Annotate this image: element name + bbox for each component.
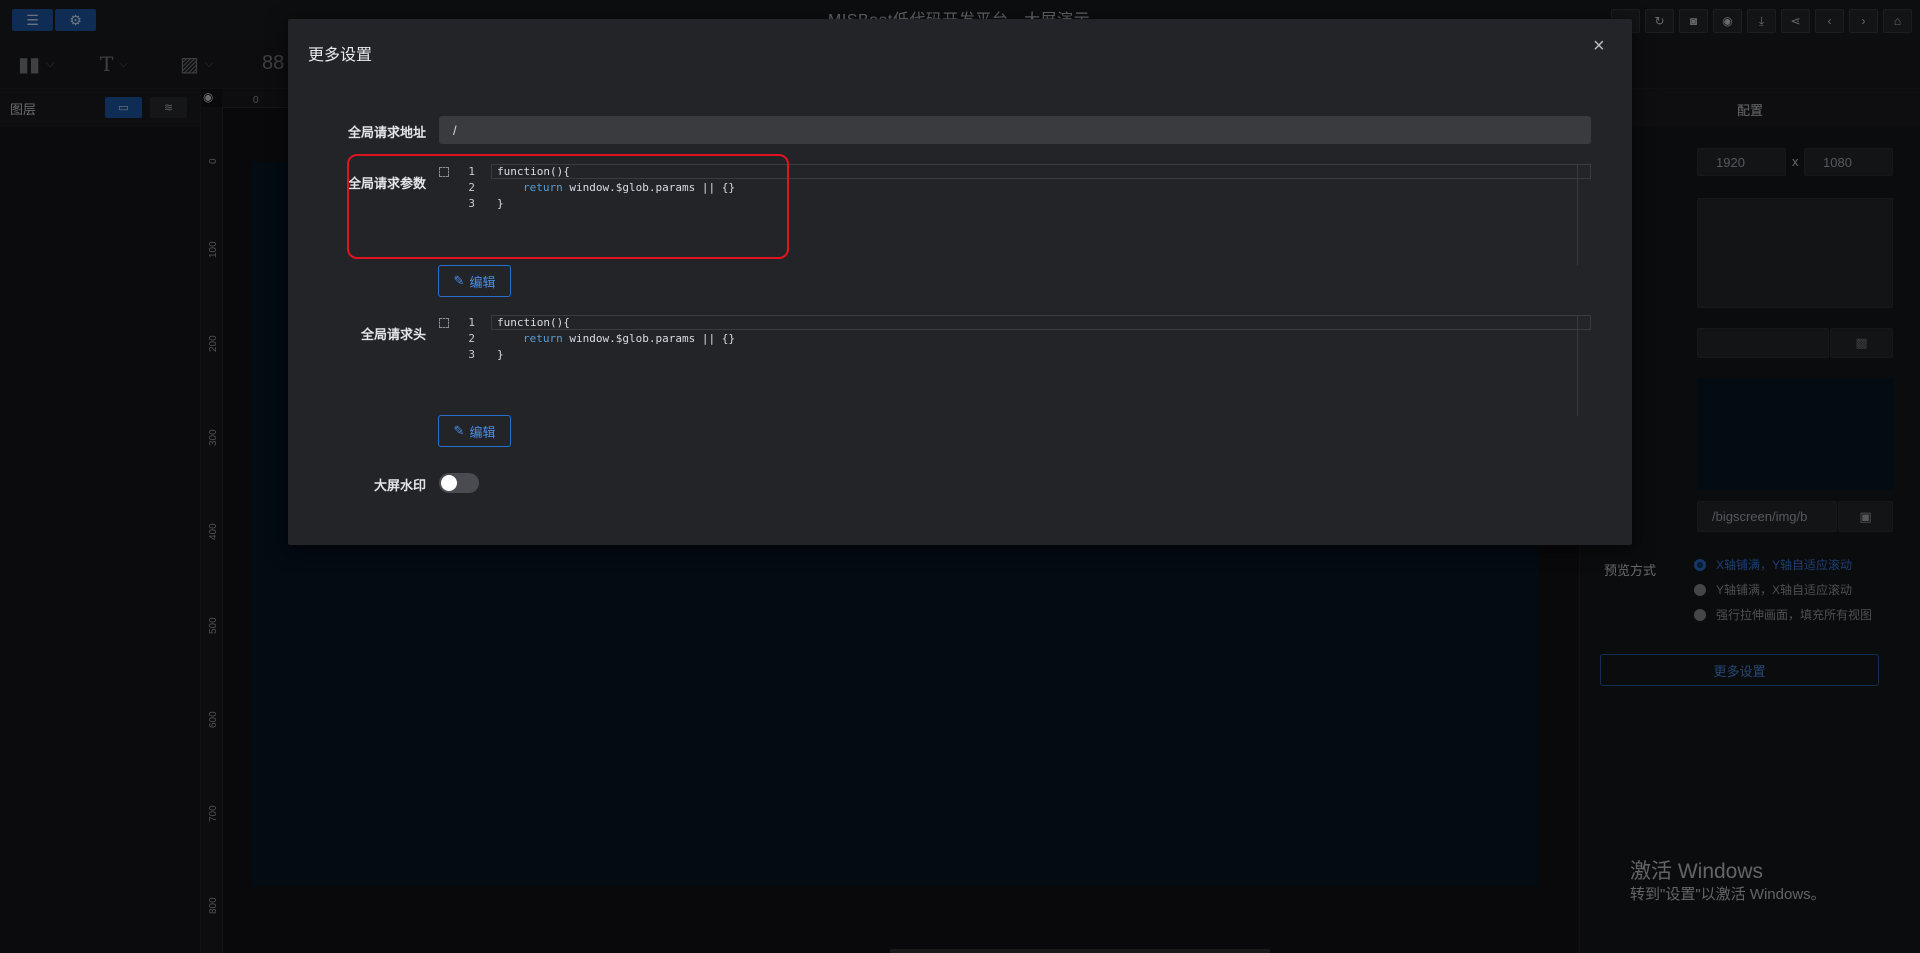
code-line: return window.$glob.params || {}	[523, 332, 735, 345]
edit-label: 编辑	[469, 274, 496, 290]
pencil-icon: ✎	[453, 273, 465, 288]
edit-params-button[interactable]: ✎ 编辑	[438, 265, 511, 297]
line-number: 3	[468, 348, 475, 361]
code-keyword: return	[523, 332, 563, 345]
watermark-toggle[interactable]	[439, 473, 479, 493]
editor-scroll-gutter	[1577, 315, 1578, 416]
headers-code-editor[interactable]: 1 2 3 function(){ return window.$glob.pa…	[439, 315, 1591, 416]
code-line: function(){	[497, 316, 570, 329]
edit-headers-button[interactable]: ✎ 编辑	[438, 415, 511, 447]
close-icon[interactable]: ×	[1593, 36, 1605, 56]
global-headers-label: 全局请求头	[360, 327, 426, 342]
editor-scroll-gutter	[1577, 164, 1578, 265]
annotation-highlight	[347, 154, 789, 259]
edit-label: 编辑	[469, 424, 496, 440]
toggle-knob	[441, 475, 457, 491]
current-line	[491, 315, 1591, 330]
code-text: window.$glob.params || {}	[562, 332, 735, 345]
watermark-label: 大屏水印	[373, 478, 426, 493]
line-number: 2	[468, 332, 475, 345]
pencil-icon: ✎	[453, 423, 465, 438]
dialog-title: 更多设置	[308, 47, 373, 64]
fullscreen-icon[interactable]	[439, 318, 449, 328]
global-url-input[interactable]: /	[439, 116, 1591, 144]
code-line: }	[497, 348, 504, 361]
global-url-label: 全局请求地址	[347, 125, 426, 140]
line-number: 1	[468, 316, 475, 329]
